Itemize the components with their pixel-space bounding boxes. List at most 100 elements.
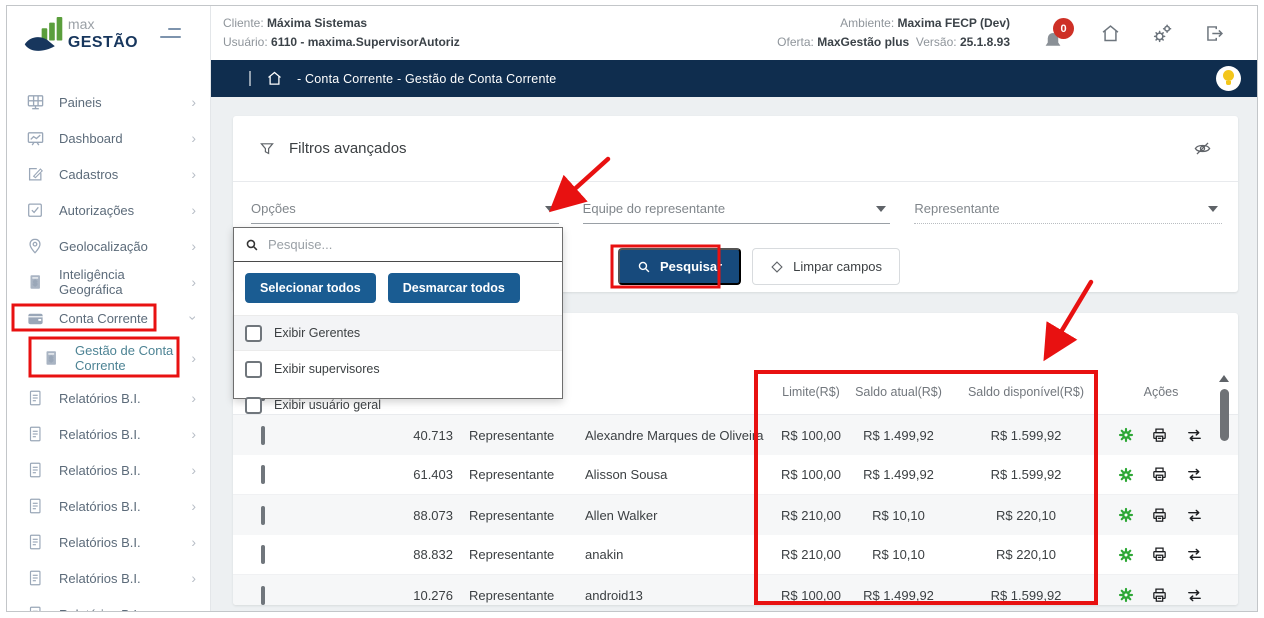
row-checkbox[interactable]: [261, 465, 265, 484]
register-icon: [25, 165, 45, 183]
sidebar-item-relat-rios-b-i[interactable]: Relatórios B.I.›: [7, 524, 210, 560]
transfer-arrows-icon: [1185, 507, 1204, 524]
gear-icon: [1118, 467, 1134, 483]
header-icons: 0: [1044, 18, 1225, 48]
option-checkbox[interactable]: [245, 325, 262, 342]
help-tips-button[interactable]: [1216, 66, 1241, 91]
sidebar-item-cadastros[interactable]: Cadastros›: [7, 156, 210, 192]
row-type: Representante: [457, 508, 575, 523]
row-type: Representante: [457, 428, 575, 443]
svg-text:max: max: [68, 16, 95, 32]
transfer-arrows-icon: [1185, 466, 1204, 483]
authorizations-icon: [25, 201, 45, 219]
chevron-right-icon: ›: [191, 498, 196, 514]
sidebar-item-paineis[interactable]: Paineis›: [7, 84, 210, 120]
sidebar-item-relat-rios-b-i[interactable]: Relatórios B.I.›: [7, 488, 210, 524]
sidebar-item-conta-corrente[interactable]: Conta Corrente›: [7, 300, 210, 336]
sidebar-item-gest-o-de-conta-corrente[interactable]: $Gestão de Conta Corrente›: [7, 336, 210, 380]
options-select[interactable]: Opções: [251, 194, 559, 224]
configure-button[interactable]: [1118, 547, 1134, 563]
filter-funnel-icon: [259, 141, 275, 157]
configure-button[interactable]: [1118, 507, 1134, 523]
row-available-balance: R$ 220,10: [946, 547, 1106, 562]
transfer-button[interactable]: [1185, 507, 1204, 524]
dropdown-search-input[interactable]: Pesquise...: [234, 228, 562, 262]
row-limit: R$ 210,00: [771, 508, 851, 523]
chevron-right-icon: ›: [191, 238, 196, 254]
transfer-button[interactable]: [1185, 587, 1204, 604]
chevron-right-icon: ›: [191, 534, 196, 550]
sidebar-item-autoriza-es[interactable]: Autorizações›: [7, 192, 210, 228]
sidebar-item-label: Gestão de Conta Corrente: [75, 343, 191, 373]
sidebar-item-label: Paineis: [59, 95, 191, 110]
doc-money-icon: $: [25, 273, 45, 291]
sidebar-item-relat-rios-b-i[interactable]: Relatórios B.I.›: [7, 596, 210, 611]
doc-money-icon: $: [41, 349, 61, 367]
sidebar-item-label: Relatórios B.I.: [59, 391, 191, 406]
menu-toggle-icon[interactable]: [159, 28, 181, 38]
row-current-balance: R$ 10,10: [851, 508, 946, 523]
sidebar-item-relat-rios-b-i[interactable]: Relatórios B.I.›: [7, 416, 210, 452]
search-button[interactable]: Pesquisar: [618, 248, 741, 285]
sidebar-item-dashboard[interactable]: Dashboard›: [7, 120, 210, 156]
transfer-button[interactable]: [1185, 466, 1204, 483]
option-label: Exibir supervisores: [274, 362, 380, 376]
client-value: Máxima Sistemas: [267, 16, 367, 30]
chevron-right-icon: ›: [191, 130, 196, 146]
search-placeholder: Pesquise...: [268, 237, 332, 252]
scrollbar-thumb[interactable]: [1220, 389, 1229, 441]
option-checkbox[interactable]: [245, 361, 262, 378]
report-icon: [25, 605, 45, 611]
notifications-button[interactable]: 0: [1044, 18, 1070, 48]
print-button[interactable]: [1151, 587, 1168, 604]
option-checkbox[interactable]: [245, 397, 262, 414]
table-row: 88.073RepresentanteAllen WalkerR$ 210,00…: [233, 495, 1238, 535]
hide-filters-button[interactable]: [1193, 139, 1212, 158]
dropdown-option[interactable]: Exibir usuário geral: [234, 387, 562, 423]
chevron-right-icon: ›: [191, 166, 196, 182]
sidebar-item-intelig-ncia-geogr-fica[interactable]: $Inteligência Geográfica›: [7, 264, 210, 300]
sidebar-item-relat-rios-b-i[interactable]: Relatórios B.I.›: [7, 560, 210, 596]
representative-select[interactable]: Representante: [914, 194, 1222, 224]
print-button[interactable]: [1151, 507, 1168, 524]
row-checkbox[interactable]: [261, 506, 265, 525]
settings-button[interactable]: [1151, 22, 1174, 45]
print-button[interactable]: [1151, 427, 1168, 444]
row-checkbox[interactable]: [261, 545, 265, 564]
sidebar-item-geolocaliza-o[interactable]: Geolocalização›: [7, 228, 210, 264]
lightbulb-icon: [1223, 70, 1234, 81]
configure-button[interactable]: [1118, 427, 1134, 443]
dashboard-icon: [25, 129, 45, 148]
row-checkbox[interactable]: [261, 586, 265, 605]
dropdown-option[interactable]: Exibir Gerentes: [234, 315, 562, 351]
deselect-all-button[interactable]: Desmarcar todos: [388, 273, 520, 303]
chevron-right-icon: ›: [191, 390, 196, 406]
breadcrumb-home-button[interactable]: [266, 70, 283, 87]
transfer-button[interactable]: [1185, 427, 1204, 444]
configure-button[interactable]: [1118, 587, 1134, 603]
dropdown-option[interactable]: Exibir supervisores: [234, 351, 562, 387]
sidebar-item-relat-rios-b-i[interactable]: Relatórios B.I.›: [7, 452, 210, 488]
option-label: Exibir Gerentes: [274, 326, 360, 340]
sidebar-item-label: Cadastros: [59, 167, 191, 182]
client-info: Cliente: Máxima Sistemas Usuário: 6110 -…: [223, 14, 460, 52]
report-icon: [25, 533, 45, 551]
print-button[interactable]: [1151, 546, 1168, 563]
filters-title: Filtros avançados: [289, 140, 407, 157]
logout-button[interactable]: [1204, 23, 1225, 44]
configure-button[interactable]: [1118, 467, 1134, 483]
print-button[interactable]: [1151, 466, 1168, 483]
table-scrollbar[interactable]: [1218, 375, 1230, 441]
transfer-button[interactable]: [1185, 546, 1204, 563]
sidebar-item-relat-rios-b-i[interactable]: Relatórios B.I.›: [7, 380, 210, 416]
rep-team-select[interactable]: Equipe do representante: [583, 194, 891, 224]
home-button[interactable]: [1100, 23, 1121, 44]
options-dropdown-panel: Pesquise... Selecionar todos Desmarcar t…: [233, 227, 563, 399]
clear-fields-button[interactable]: Limpar campos: [752, 248, 900, 285]
select-all-button[interactable]: Selecionar todos: [245, 273, 376, 303]
row-checkbox[interactable]: [261, 426, 265, 445]
printer-icon: [1151, 546, 1168, 563]
transfer-arrows-icon: [1185, 587, 1204, 604]
scroll-up-arrow[interactable]: [1219, 375, 1229, 382]
column-available-balance: Saldo disponível(R$): [946, 385, 1106, 399]
